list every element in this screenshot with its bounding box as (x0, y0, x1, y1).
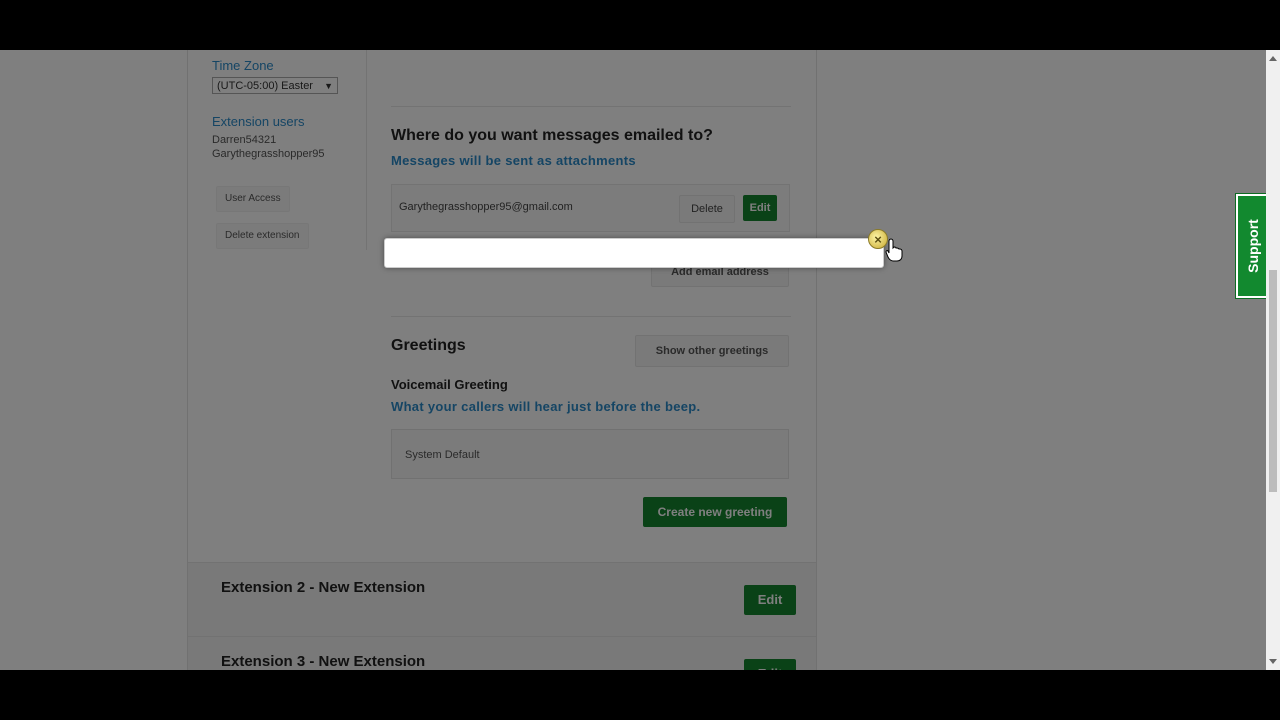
modal-backdrop[interactable] (0, 50, 1280, 670)
scroll-up-arrow-icon[interactable] (1269, 56, 1277, 61)
support-tab-label: Support (1245, 219, 1261, 273)
page-scrollbar[interactable] (1266, 50, 1280, 670)
scroll-down-arrow-icon[interactable] (1269, 659, 1277, 664)
hand-cursor-icon (885, 238, 903, 262)
scrollbar-thumb[interactable] (1269, 270, 1277, 492)
support-tab[interactable]: Support (1235, 193, 1271, 299)
loading-modal (384, 238, 884, 268)
